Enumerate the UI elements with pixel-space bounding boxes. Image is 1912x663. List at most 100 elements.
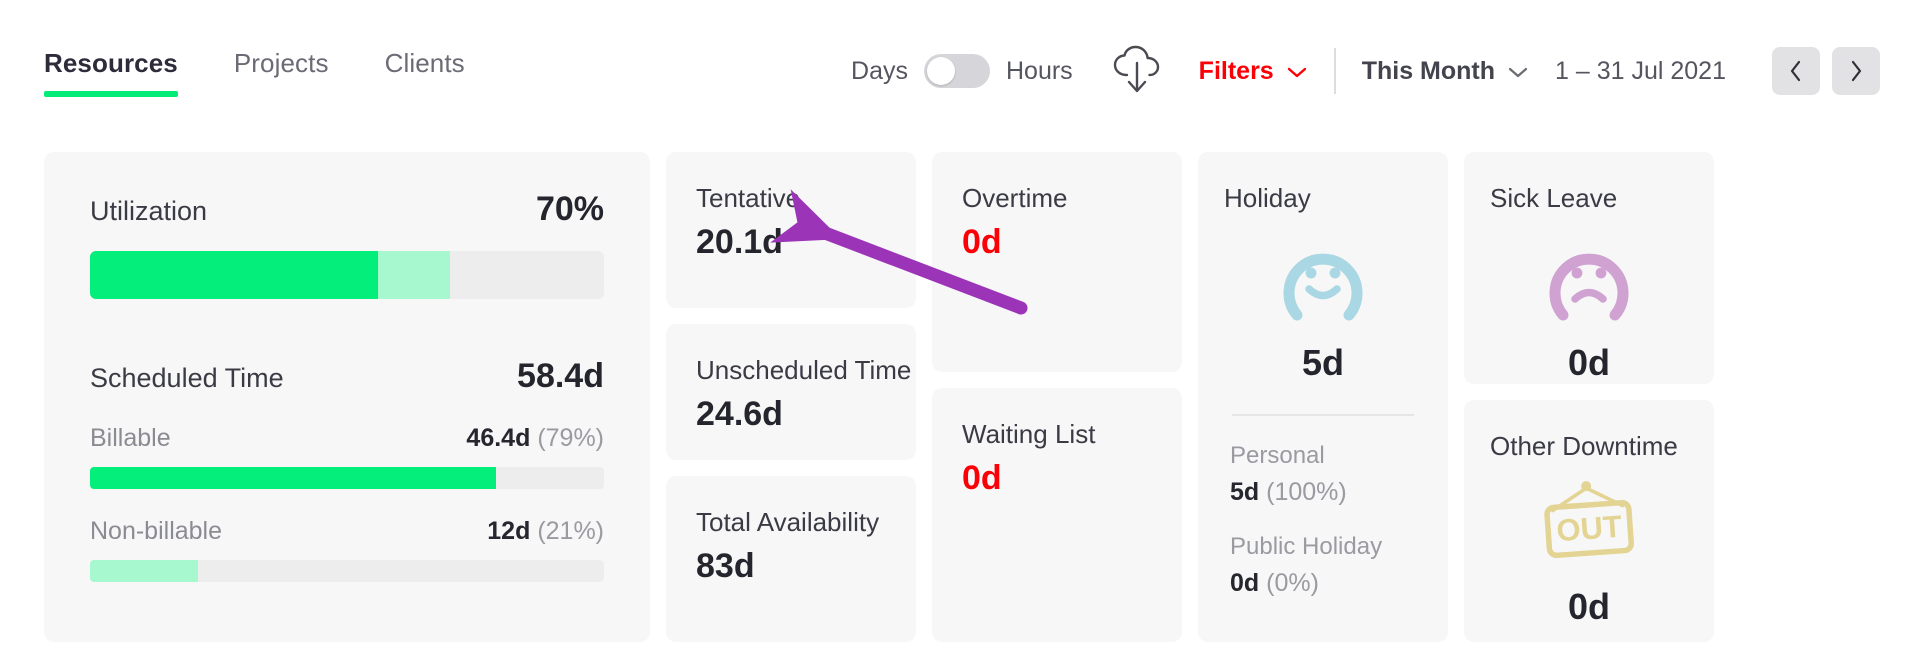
total-availability-label: Total Availability [696,507,880,537]
cloud-download-icon[interactable] [1109,45,1171,97]
non-billable-value: 12d (21%) [487,517,604,546]
other-downtime-value: 0d [1567,585,1610,627]
unit-toggle-days-label: Days [851,56,908,85]
date-nav-buttons [1760,47,1880,95]
scheduled-time-section: Scheduled Time 58.4d Billable 46.4d (79%… [90,357,604,582]
sick-leave-value: 0d [1567,341,1610,383]
holiday-icon-wrap [1224,229,1422,330]
waiting-list-label: Waiting List [962,419,1096,449]
date-preset-dropdown[interactable]: This Month [1362,57,1529,86]
total-availability-card[interactable]: Total Availability 83d [666,476,916,642]
billable-days: 46.4d [466,424,531,452]
tab-clients[interactable]: Clients [385,48,465,97]
holiday-personal-percent: (100%) [1266,477,1347,506]
toolbar-divider [1333,48,1336,94]
billable-bar [90,467,604,489]
unit-toggle[interactable]: Days Hours [851,54,1073,88]
holiday-personal-value: 5d (100%) [1230,478,1422,507]
holiday-personal-label: Personal [1230,441,1325,469]
billable-row: Billable 46.4d (79%) [90,424,604,489]
other-downtime-label: Other Downtime [1490,431,1678,461]
holiday-public-value: 0d (0%) [1230,569,1422,598]
utilization-bar-soft-segment [377,251,450,299]
holiday-personal-row: Personal 5d (100%) [1224,442,1422,507]
unit-toggle-knob [926,57,955,85]
metrics-grid: Utilization 70% Scheduled Time 58.4d Bil… [44,152,1880,642]
non-billable-days: 12d [487,517,531,545]
utilization-card: Utilization 70% Scheduled Time 58.4d Bil… [44,152,650,642]
unit-toggle-hours-label: Hours [1005,56,1073,85]
overtime-label: Overtime [962,183,1068,213]
sick-leave-label: Sick Leave [1490,183,1618,213]
overtime-column: Overtime 0d Waiting List 0d [932,152,1182,642]
overtime-value: 0d [962,222,1002,261]
tab-projects-label: Projects [233,48,329,78]
holiday-card[interactable]: Holiday 5d Personal 5d (100%) Public Hol… [1198,152,1448,642]
utilization-bar [90,251,604,299]
unscheduled-time-value: 24.6d [696,394,783,433]
billable-percent: (79%) [537,424,604,452]
utilization-value: 70% [535,190,604,228]
scheduled-time-label: Scheduled Time [90,363,284,393]
downtime-column: Sick Leave 0d Other Downtime OUT 0d [1464,152,1714,642]
next-period-button[interactable] [1832,47,1880,95]
smiley-face-icon [1273,229,1373,330]
other-downtime-icon-wrap: OUT [1490,477,1688,574]
tentative-card[interactable]: Tentative 20.1d [666,152,916,308]
holiday-label: Holiday [1224,183,1311,213]
tab-resources[interactable]: Resources [44,48,178,97]
scheduled-time-header: Scheduled Time 58.4d [90,357,604,396]
tentative-label: Tentative [696,183,801,213]
holiday-public-percent: (0%) [1266,568,1319,597]
unscheduled-time-card[interactable]: Unscheduled Time 24.6d [666,324,916,460]
sick-leave-card[interactable]: Sick Leave 0d [1464,152,1714,384]
non-billable-bar [90,560,604,582]
holiday-value: 5d [1301,341,1344,383]
scheduled-time-value: 58.4d [517,357,604,395]
sad-face-icon [1539,229,1639,330]
total-availability-value: 83d [696,546,755,585]
waiting-list-card[interactable]: Waiting List 0d [932,388,1182,642]
top-bar: Resources Projects Clients Days Hours Fi… [0,0,1912,120]
non-billable-label: Non-billable [90,517,223,545]
out-sign-text: OUT [1555,508,1623,547]
tab-resources-label: Resources [44,48,178,78]
toolbar: Days Hours Filters This Month 1 – 31 Jul… [851,42,1880,100]
unit-toggle-switch[interactable] [923,54,990,88]
tab-projects[interactable]: Projects [234,48,329,97]
dashboard-page: Resources Projects Clients Days Hours Fi… [0,0,1912,663]
non-billable-row: Non-billable 12d (21%) [90,517,604,582]
billable-bar-fill [90,467,497,489]
holiday-public-label: Public Holiday [1230,532,1383,560]
holiday-public-row: Public Holiday 0d (0%) [1224,533,1422,598]
filters-button[interactable]: Filters [1199,57,1308,86]
utilization-bar-strong-segment [90,251,378,299]
utilization-label: Utilization [90,196,208,226]
non-billable-percent: (21%) [537,517,604,545]
other-downtime-card[interactable]: Other Downtime OUT 0d [1464,400,1714,642]
holiday-column: Holiday 5d Personal 5d (100%) Public Hol… [1198,152,1448,642]
non-billable-bar-fill [90,560,198,582]
out-sign-icon: OUT [1530,477,1648,574]
non-billable-header: Non-billable 12d (21%) [90,517,604,546]
date-range-label: 1 – 31 Jul 2021 [1555,56,1726,85]
date-preset-label: This Month [1361,56,1496,85]
prev-period-button[interactable] [1772,47,1820,95]
tentative-value: 20.1d [696,222,783,261]
chevron-down-icon [1507,57,1529,86]
billable-value: 46.4d (79%) [466,424,604,453]
filters-label: Filters [1198,56,1274,85]
chevron-down-icon [1286,57,1308,86]
availability-column: Tentative 20.1d Unscheduled Time 24.6d T… [666,152,916,642]
tab-clients-label: Clients [384,48,465,78]
billable-label: Billable [90,424,171,452]
sick-leave-icon-wrap [1490,229,1688,330]
main-tabs: Resources Projects Clients [0,0,521,97]
holiday-divider [1232,413,1414,416]
unscheduled-time-label: Unscheduled Time [696,355,912,385]
holiday-personal-days: 5d [1230,477,1260,506]
billable-header: Billable 46.4d (79%) [90,424,604,453]
utilization-header: Utilization 70% [90,190,604,229]
holiday-public-days: 0d [1230,568,1260,597]
overtime-card[interactable]: Overtime 0d [932,152,1182,372]
